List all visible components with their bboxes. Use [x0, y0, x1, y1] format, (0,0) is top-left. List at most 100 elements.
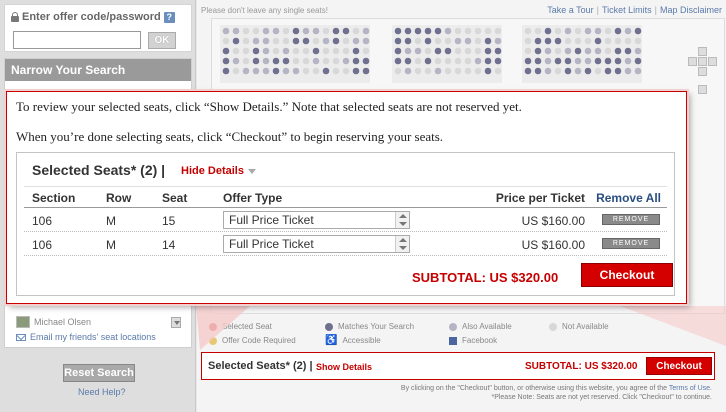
seat-dot[interactable] [322, 27, 330, 35]
seat-dot[interactable] [454, 67, 462, 75]
seat-dot[interactable] [544, 57, 552, 65]
seat-dot[interactable] [404, 47, 412, 55]
seat-dot[interactable] [604, 27, 612, 35]
seat-dot[interactable] [332, 27, 340, 35]
seat-dot[interactable] [342, 27, 350, 35]
seat-dot[interactable] [634, 27, 642, 35]
seat-dot[interactable] [302, 37, 310, 45]
seat-dot[interactable] [332, 57, 340, 65]
seat-dot[interactable] [222, 37, 230, 45]
seat-dot[interactable] [604, 57, 612, 65]
seat-dot[interactable] [604, 37, 612, 45]
seat-dot[interactable] [272, 27, 280, 35]
seat-dot[interactable] [424, 37, 432, 45]
seat-dot[interactable] [624, 37, 632, 45]
seat-dot[interactable] [554, 27, 562, 35]
need-help-link[interactable]: Need Help? [78, 387, 126, 397]
seat-dot[interactable] [544, 27, 552, 35]
seat-dot[interactable] [282, 27, 290, 35]
take-tour-link[interactable]: Take a Tour [547, 5, 593, 15]
seat-dot[interactable] [564, 67, 572, 75]
seat-dot[interactable] [424, 47, 432, 55]
seat-dot[interactable] [252, 27, 260, 35]
seat-dot[interactable] [404, 27, 412, 35]
seat-dot[interactable] [474, 67, 482, 75]
seat-dot[interactable] [584, 47, 592, 55]
seat-dot[interactable] [544, 47, 552, 55]
seat-dot[interactable] [394, 47, 402, 55]
seat-dot[interactable] [594, 37, 602, 45]
seat-dot[interactable] [564, 37, 572, 45]
seat-dot[interactable] [484, 37, 492, 45]
seat-dot[interactable] [262, 47, 270, 55]
seat-dot[interactable] [564, 57, 572, 65]
seat-dot[interactable] [484, 47, 492, 55]
seat-dot[interactable] [312, 67, 320, 75]
seat-dot[interactable] [312, 27, 320, 35]
offer-code-input[interactable] [13, 31, 141, 49]
seat-dot[interactable] [454, 47, 462, 55]
seat-dot[interactable] [494, 47, 502, 55]
seat-dot[interactable] [524, 67, 532, 75]
seat-dot[interactable] [474, 47, 482, 55]
seat-dot[interactable] [624, 47, 632, 55]
seat-dot[interactable] [634, 47, 642, 55]
seat-dot[interactable] [524, 27, 532, 35]
seat-dot[interactable] [574, 27, 582, 35]
seat-dot[interactable] [242, 67, 250, 75]
seat-dot[interactable] [282, 47, 290, 55]
seat-dot[interactable] [262, 57, 270, 65]
seat-dot[interactable] [604, 67, 612, 75]
seat-dot[interactable] [424, 67, 432, 75]
seat-dot[interactable] [634, 37, 642, 45]
seat-dot[interactable] [262, 37, 270, 45]
seat-dot[interactable] [232, 57, 240, 65]
seat-dot[interactable] [494, 57, 502, 65]
seat-dot[interactable] [292, 67, 300, 75]
seat-dot[interactable] [362, 37, 370, 45]
seat-dot[interactable] [444, 27, 452, 35]
checkout-button[interactable]: Checkout [646, 357, 712, 375]
seat-dot[interactable] [494, 37, 502, 45]
seat-dot[interactable] [342, 67, 350, 75]
seat-dot[interactable] [262, 27, 270, 35]
seat-dot[interactable] [342, 57, 350, 65]
seat-dot[interactable] [232, 67, 240, 75]
seat-dot[interactable] [574, 37, 582, 45]
seat-dot[interactable] [352, 67, 360, 75]
friend-item[interactable]: Michael Olsen [16, 316, 91, 328]
seat-dot[interactable] [494, 67, 502, 75]
seat-dot[interactable] [404, 57, 412, 65]
zoom-in-icon[interactable] [698, 85, 707, 94]
seat-dot[interactable] [252, 47, 260, 55]
pan-right-icon[interactable] [708, 57, 717, 66]
seat-dot[interactable] [584, 37, 592, 45]
seat-dot[interactable] [464, 47, 472, 55]
seat-dot[interactable] [272, 37, 280, 45]
seat-dot[interactable] [594, 57, 602, 65]
seat-dot[interactable] [624, 57, 632, 65]
seat-dot[interactable] [262, 67, 270, 75]
seat-dot[interactable] [394, 57, 402, 65]
seat-dot[interactable] [242, 47, 250, 55]
seat-dot[interactable] [394, 27, 402, 35]
seat-dot[interactable] [474, 57, 482, 65]
seat-dot[interactable] [554, 57, 562, 65]
pan-left-icon[interactable] [688, 57, 697, 66]
seat-dot[interactable] [252, 37, 260, 45]
help-icon[interactable]: ? [163, 11, 175, 23]
seat-dot[interactable] [312, 37, 320, 45]
reset-search-button[interactable]: Reset Search [63, 364, 135, 382]
seat-dot[interactable] [594, 67, 602, 75]
seat-dot[interactable] [544, 37, 552, 45]
seat-dot[interactable] [252, 57, 260, 65]
seat-dot[interactable] [534, 67, 542, 75]
seat-dot[interactable] [434, 57, 442, 65]
seat-dot[interactable] [614, 47, 622, 55]
seat-dot[interactable] [222, 27, 230, 35]
seat-dot[interactable] [594, 27, 602, 35]
seat-dot[interactable] [282, 37, 290, 45]
narrow-search-header[interactable]: Narrow Your Search [5, 59, 191, 81]
seat-dot[interactable] [564, 47, 572, 55]
seat-dot[interactable] [634, 57, 642, 65]
